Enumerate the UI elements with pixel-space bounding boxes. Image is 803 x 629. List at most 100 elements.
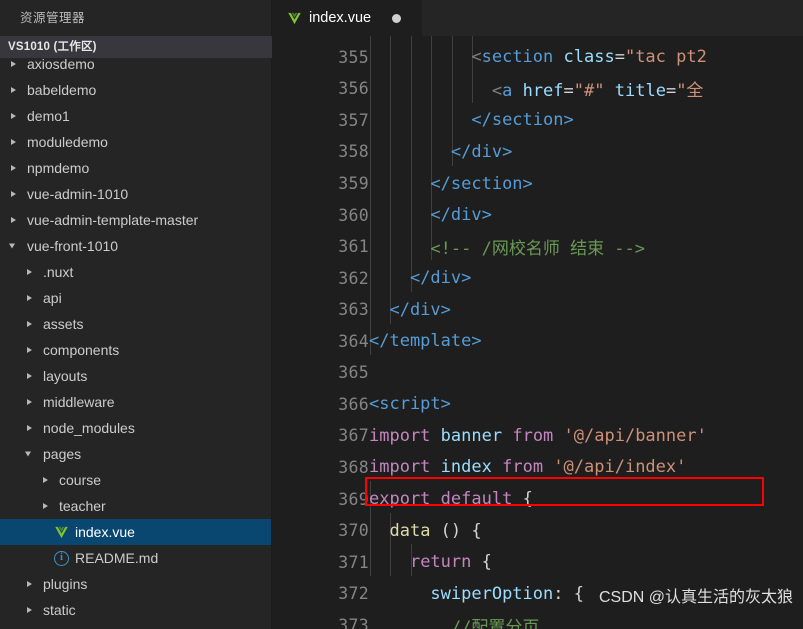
tree-item-label: moduledemo [27, 134, 108, 150]
line-number: 369 [338, 489, 369, 509]
tree-item-vue-front-1010[interactable]: vue-front-1010 [0, 233, 272, 259]
tree-item-demo1[interactable]: demo1 [0, 103, 272, 129]
code-line[interactable]: 368 import index from '@/api/index' [272, 452, 803, 484]
tree-item-plugins[interactable]: plugins [0, 571, 272, 597]
tree-item-label: README.md [75, 550, 159, 566]
tree-item-node-modules[interactable]: node_modules [0, 415, 272, 441]
line-number: 370 [338, 521, 369, 541]
code-line[interactable]: 367 import banner from '@/api/banner' [272, 420, 803, 452]
tree-item-label: teacher [59, 498, 106, 514]
chevron-right-icon[interactable] [24, 337, 37, 363]
chevron-right-icon[interactable] [8, 77, 21, 103]
tree-item-npmdemo[interactable]: npmdemo [0, 155, 272, 181]
chevron-right-icon[interactable] [24, 363, 37, 389]
code-text: import banner from '@/api/banner' [369, 425, 707, 446]
chevron-right-icon[interactable] [24, 389, 37, 415]
chevron-right-icon[interactable] [24, 415, 37, 441]
chevron-right-icon[interactable] [8, 207, 21, 233]
code-line[interactable]: 372 swiperOption: { [272, 578, 803, 610]
tree-item-vue-admin-template-master[interactable]: vue-admin-template-master [0, 207, 272, 233]
tree-item-readme-md[interactable]: i README.md [0, 545, 272, 571]
explorer-panel-title: 资源管理器 [0, 0, 272, 36]
tree-item-label: node_modules [43, 420, 135, 436]
code-line[interactable]: 361 <!-- /网校名师 结束 --> [272, 231, 803, 263]
code-line[interactable]: 362 </div> [272, 262, 803, 294]
info-icon: i [54, 550, 69, 566]
code-line[interactable]: 363 </div> [272, 294, 803, 326]
code-text: </section> [430, 173, 533, 194]
code-line[interactable]: 365 [272, 357, 803, 389]
chevron-right-icon[interactable] [24, 259, 37, 285]
line-number: 361 [338, 237, 369, 257]
tree-item-layouts[interactable]: layouts [0, 363, 272, 389]
code-text: swiperOption: { [430, 583, 584, 604]
chevron-right-icon[interactable] [24, 285, 37, 311]
chevron-right-icon[interactable] [8, 129, 21, 155]
code-text: <section class="tac pt2 [471, 47, 707, 68]
tree-item-index-vue[interactable]: index.vue [0, 519, 272, 545]
code-text: </div> [389, 299, 451, 320]
code-line[interactable]: 360 </div> [272, 199, 803, 231]
tree-item-label: babeldemo [27, 82, 97, 98]
tree-item-label: .nuxt [43, 264, 74, 280]
code-text: //配置分页 [450, 617, 540, 629]
tree-item-moduledemo[interactable]: moduledemo [0, 129, 272, 155]
tree-item--nuxt[interactable]: .nuxt [0, 259, 272, 285]
tree-item-label: static [43, 602, 76, 618]
chevron-down-icon[interactable] [8, 233, 21, 259]
chevron-right-icon[interactable] [8, 181, 21, 207]
tree-item-middleware[interactable]: middleware [0, 389, 272, 415]
tree-item-vue-admin-1010[interactable]: vue-admin-1010 [0, 181, 272, 207]
chevron-down-icon[interactable] [24, 441, 37, 467]
code-text: </div> [430, 205, 492, 226]
code-line[interactable]: 355 <section class="tac pt2 [272, 42, 803, 74]
code-line[interactable]: 357 </section> [272, 105, 803, 137]
chevron-right-icon[interactable] [24, 597, 37, 623]
code-line[interactable]: 369 export default { [272, 483, 803, 515]
tree-item-babeldemo[interactable]: babeldemo [0, 77, 272, 103]
tree-item-static[interactable]: static [0, 597, 272, 623]
chevron-right-icon[interactable] [8, 103, 21, 129]
vscode-window: 资源管理器 VS1010 (工作区) axiosdemo babeldemo dem… [0, 0, 803, 629]
code-line[interactable]: 356 <a href="#" title="全 [272, 73, 803, 105]
code-text: data () { [389, 520, 482, 541]
code-line[interactable]: 371 return { [272, 546, 803, 578]
unsaved-dot[interactable] [392, 13, 402, 23]
chevron-right-icon[interactable] [40, 493, 53, 519]
tree-item-teacher[interactable]: teacher [0, 493, 272, 519]
code-line[interactable]: 358 </div> [272, 136, 803, 168]
tree-item-course[interactable]: course [0, 467, 272, 493]
workspace-header[interactable]: VS1010 (工作区) [0, 36, 272, 58]
chevron-right-icon[interactable] [8, 155, 21, 181]
code-line[interactable]: 364 </template> [272, 326, 803, 358]
code-text: <script> [369, 394, 451, 415]
code-surface[interactable]: 354 </article>355 <section class="tac pt… [272, 36, 803, 629]
code-line[interactable]: 359 </section> [272, 168, 803, 200]
code-viewport: 354 </article>355 <section class="tac pt… [272, 36, 803, 629]
tree-item-components[interactable]: components [0, 337, 272, 363]
chevron-right-icon[interactable] [24, 571, 37, 597]
tab-index-vue[interactable]: index.vue [272, 0, 422, 36]
tab-label: index.vue [309, 10, 372, 26]
code-text: import index from '@/api/index' [369, 457, 687, 478]
code-line[interactable]: 366 <script> [272, 389, 803, 421]
line-number: 362 [338, 268, 369, 288]
tree-item-label: course [59, 472, 102, 488]
code-line[interactable]: 370 data () { [272, 515, 803, 547]
editor-area: index.vue 354 </article>355 <section cla… [272, 0, 803, 629]
code-text: </div> [450, 141, 513, 162]
tree-item-label: vue-front-1010 [27, 238, 119, 254]
tree-item-label: components [43, 342, 120, 358]
tree-item-pages[interactable]: pages [0, 441, 272, 467]
line-number: 367 [338, 426, 369, 446]
tree-item-api[interactable]: api [0, 285, 272, 311]
line-number: 373 [338, 615, 369, 629]
tree-item-assets[interactable]: assets [0, 311, 272, 337]
chevron-right-icon[interactable] [24, 311, 37, 337]
line-number: 372 [338, 584, 369, 604]
vue-icon [54, 525, 69, 540]
chevron-right-icon[interactable] [40, 467, 53, 493]
tree-item-label: assets [43, 316, 84, 332]
code-line[interactable]: 373 //配置分页 [272, 609, 803, 629]
line-number: 364 [338, 331, 369, 351]
